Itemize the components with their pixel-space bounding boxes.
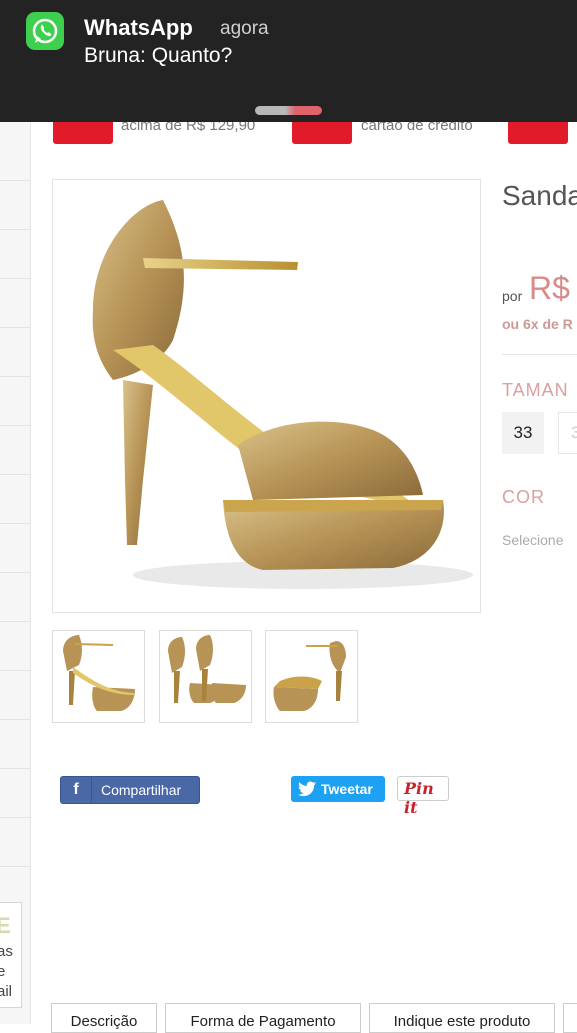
size-option-next[interactable]: 3 — [558, 412, 577, 454]
installments-text: ou 6x de R — [502, 316, 573, 332]
whatsapp-icon — [26, 12, 64, 50]
notification-message: Bruna: Quanto? — [84, 44, 233, 67]
product-main-image[interactable] — [52, 179, 481, 613]
tweet-label: Tweetar — [321, 781, 373, 797]
tab-descricao[interactable]: Descrição — [51, 1003, 157, 1033]
tweet-button[interactable]: Tweetar — [291, 776, 385, 802]
sidebar-promo-line: e — [0, 963, 5, 980]
facebook-share-label: Compartilhar — [101, 782, 182, 798]
color-select[interactable]: Selecione — [502, 532, 564, 548]
product-price: R$ — [529, 270, 570, 306]
product-title: Sanda — [502, 180, 577, 211]
price-prefix: por — [502, 288, 523, 304]
twitter-bird-icon — [298, 781, 316, 797]
color-label: COR — [502, 487, 545, 507]
size-option-33[interactable]: 33 — [502, 412, 544, 454]
size-label: TAMAN — [502, 380, 569, 400]
sidebar-promo-box[interactable]: E as e ail — [0, 902, 22, 1008]
notification-banner[interactable]: WhatsApp agora Bruna: Quanto? — [0, 0, 577, 122]
tab-forma-de-pagamento[interactable]: Forma de Pagamento — [165, 1003, 361, 1033]
tab-next[interactable] — [563, 1003, 577, 1033]
notification-time: agora — [220, 18, 269, 39]
pinterest-button[interactable]: Pin it — [397, 776, 449, 817]
divider — [502, 354, 577, 355]
notification-drag-handle[interactable] — [255, 106, 322, 115]
thumbnail-1[interactable] — [52, 630, 145, 723]
thumbnail-3[interactable] — [265, 630, 358, 723]
thumbnail-2[interactable] — [159, 630, 252, 723]
facebook-share-button[interactable]: f Compartilhar — [60, 776, 200, 804]
sidebar-promo-letter: E — [0, 913, 11, 939]
pinterest-label: Pin it — [404, 779, 434, 817]
sidebar-promo-line: as — [0, 943, 13, 960]
notification-app-name: WhatsApp — [84, 15, 193, 40]
sidebar-promo-line: ail — [0, 983, 13, 1000]
facebook-icon: f — [61, 777, 92, 803]
left-sidebar — [0, 0, 31, 1024]
tab-indique-este-produto[interactable]: Indique este produto — [369, 1003, 555, 1033]
